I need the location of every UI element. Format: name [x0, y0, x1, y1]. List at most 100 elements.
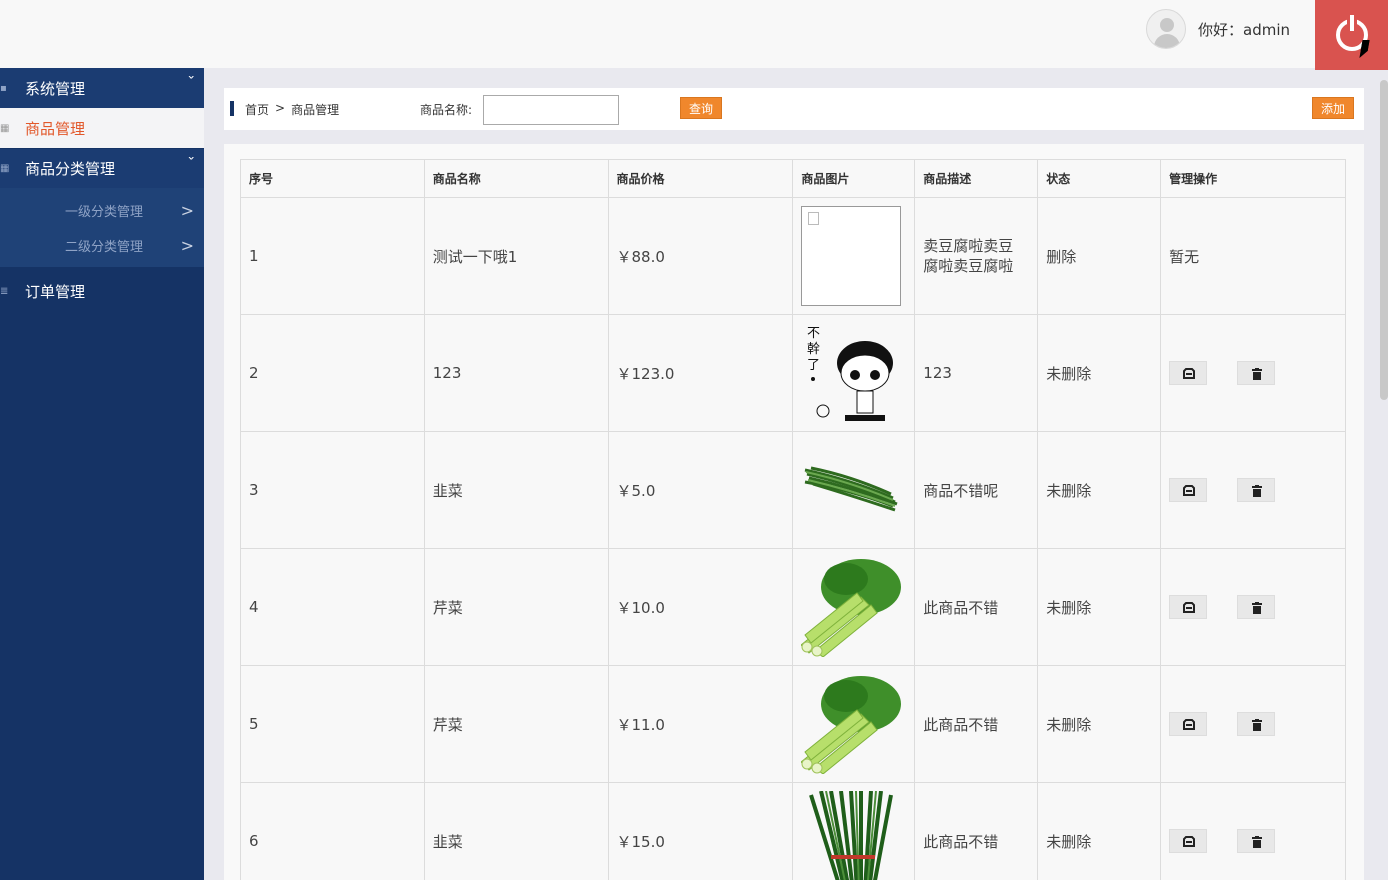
celery-image: [801, 557, 902, 657]
cell-ops: [1160, 782, 1346, 880]
svg-text:幹: 幹: [807, 341, 820, 357]
edit-button[interactable]: [1169, 829, 1208, 853]
edit-icon: [1183, 836, 1196, 847]
cell-ops: 暂无: [1160, 197, 1346, 315]
cell-desc: 卖豆腐啦卖豆腐啦卖豆腐啦: [914, 197, 1039, 315]
sidebar-item-label: 商品管理: [25, 119, 86, 138]
celery-image: [801, 674, 902, 774]
product-table: 序号 商品名称 商品价格 商品图片 商品描述 状态 管理操作 1 测试一下哦1 …: [240, 159, 1346, 880]
add-button[interactable]: 添加: [1311, 97, 1354, 119]
table-row: 5 芹菜 ￥11.0 此商品不错 未删除: [240, 665, 1346, 783]
cell-status: 未删除: [1037, 314, 1162, 432]
subitem-label: 二级分类管理: [65, 240, 144, 255]
query-button[interactable]: 查询: [680, 97, 723, 119]
trash-icon: [1251, 368, 1262, 380]
cell-id: 6: [240, 782, 425, 880]
delete-button[interactable]: [1236, 478, 1275, 502]
cell-desc: 此商品不错: [914, 665, 1039, 783]
delete-button[interactable]: [1236, 361, 1275, 385]
edit-button[interactable]: [1169, 478, 1208, 502]
edit-button[interactable]: [1169, 361, 1208, 385]
header-price: 商品价格: [607, 159, 794, 198]
cell-status: 删除: [1037, 197, 1162, 315]
cell-image: [792, 197, 916, 315]
category-submenu: 一级分类管理 > 二级分类管理 >: [0, 188, 204, 267]
cell-image: [792, 548, 916, 666]
cell-name: 芹菜: [423, 665, 609, 783]
list-icon: ≣: [0, 285, 9, 297]
sidebar-item-label: 系统管理: [25, 79, 86, 98]
table-row: 6 韭菜 ￥15.0 此商品不错 未删除: [240, 782, 1346, 880]
cell-image: [792, 782, 916, 880]
page-scrollbar[interactable]: [1380, 80, 1388, 400]
broken-image-icon: [801, 206, 902, 306]
sidebar-item-label: 订单管理: [25, 282, 86, 301]
product-table-panel: 序号 商品名称 商品价格 商品图片 商品描述 状态 管理操作 1 测试一下哦1 …: [224, 144, 1364, 880]
header-desc: 商品描述: [914, 159, 1039, 198]
cell-name: 韭菜: [423, 782, 609, 880]
avatar[interactable]: [1146, 9, 1186, 49]
delete-button[interactable]: [1236, 595, 1275, 619]
logout-button[interactable]: [1315, 0, 1388, 70]
desc-text: 卖豆腐啦卖豆腐啦卖豆腐啦: [923, 237, 1014, 275]
edit-icon: [1183, 719, 1196, 730]
cell-status: 未删除: [1037, 665, 1162, 783]
search-toolbar: 首页 > 商品管理 商品名称: 查询 添加: [224, 88, 1364, 130]
cell-status: 未删除: [1037, 782, 1162, 880]
header-image: 商品图片: [792, 159, 916, 198]
grid-icon: ▦: [0, 163, 10, 174]
cell-price: ￥11.0: [607, 665, 794, 783]
sidebar-item-orders[interactable]: ≣ 订单管理: [0, 271, 204, 311]
sidebar-subitem-level1[interactable]: 一级分类管理 >: [0, 193, 204, 228]
table-row: 3 韭菜 ￥5.0 商品不错呢 未删除: [240, 431, 1346, 549]
table-row: 1 测试一下哦1 ￥88.0 卖豆腐啦卖豆腐啦卖豆腐啦 删除 暂无: [240, 197, 1346, 315]
header-status: 状态: [1037, 159, 1162, 198]
cell-id: 5: [240, 665, 425, 783]
svg-text:了: 了: [807, 358, 820, 373]
cell-desc: 商品不错呢: [914, 431, 1039, 549]
cell-price: ￥88.0: [607, 197, 794, 315]
trash-icon: [1251, 836, 1262, 848]
header-name: 商品名称: [423, 159, 609, 198]
sidebar-subitem-level2[interactable]: 二级分类管理 >: [0, 228, 204, 263]
table-row: 2 123 ￥123.0 不 幹 了 123 未删除: [240, 314, 1346, 432]
top-header: 你好：admin: [0, 0, 1388, 70]
chevron-right-icon: >: [180, 201, 194, 220]
delete-button[interactable]: [1236, 829, 1275, 853]
chives-image: [801, 440, 902, 540]
cell-status: 未删除: [1037, 548, 1162, 666]
cell-ops: [1160, 665, 1346, 783]
sidebar-item-products[interactable]: ▦ 商品管理: [0, 108, 204, 148]
delete-button[interactable]: [1236, 712, 1275, 736]
edit-icon: [1183, 368, 1196, 379]
cell-status: 未删除: [1037, 431, 1162, 549]
cell-image: [792, 431, 916, 549]
sidebar-item-system[interactable]: ▪ 系统管理 ˇ: [0, 68, 204, 108]
cell-price: ￥123.0: [607, 314, 794, 432]
cell-image: [792, 665, 916, 783]
grid-icon: ▦: [0, 122, 10, 134]
chives-bundle-image: [801, 791, 902, 880]
table-header-row: 序号 商品名称 商品价格 商品图片 商品描述 状态 管理操作: [240, 159, 1346, 198]
chevron-right-icon: >: [180, 236, 194, 255]
edit-button[interactable]: [1169, 595, 1208, 619]
breadcrumb-marker: [230, 101, 234, 116]
mouse-cursor-icon: [1359, 40, 1370, 58]
breadcrumb-separator: >: [275, 101, 286, 115]
sidebar-item-label: 商品分类管理: [25, 160, 116, 178]
breadcrumb: 首页 > 商品管理: [245, 101, 339, 118]
cell-id: 3: [240, 431, 425, 549]
sidebar-item-categories[interactable]: ▦ 商品分类管理 ˇ: [0, 148, 204, 188]
cell-id: 2: [240, 314, 425, 432]
edit-icon: [1183, 602, 1196, 613]
breadcrumb-current: 商品管理: [291, 103, 340, 117]
cartoon-image: 不 幹 了: [801, 323, 902, 423]
cell-price: ￥5.0: [607, 431, 794, 549]
chevron-down-icon: ˇ: [186, 157, 195, 172]
breadcrumb-home[interactable]: 首页: [245, 101, 269, 118]
product-name-input[interactable]: [483, 95, 619, 125]
sidebar: ▪ 系统管理 ˇ ▦ 商品管理 ▦ 商品分类管理 ˇ 一级分类管理 > 二级分类…: [0, 68, 204, 880]
edit-button[interactable]: [1169, 712, 1208, 736]
cell-desc: 此商品不错: [914, 548, 1039, 666]
cell-ops: [1160, 314, 1346, 432]
